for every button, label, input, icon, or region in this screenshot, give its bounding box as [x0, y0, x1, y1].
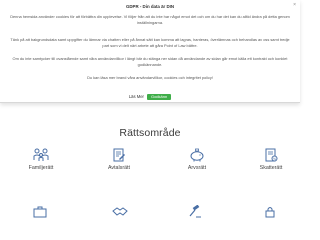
tax-document-icon: % — [265, 148, 278, 162]
area-card-familjeratt[interactable]: Familjerätt — [6, 148, 76, 171]
area-label: Avtalsrätt — [108, 165, 130, 171]
contract-icon — [113, 148, 125, 162]
consent-actions: Läs Mer Godkänn — [0, 92, 300, 101]
consent-paragraph-3: Om du inte samtycker till ovanstående sa… — [12, 56, 288, 67]
area-card-arvsratt[interactable]: Arvsrätt — [162, 148, 232, 171]
read-more-link[interactable]: Läs Mer — [129, 94, 144, 100]
area-label: Arvsrätt — [187, 165, 207, 171]
close-icon[interactable]: × — [293, 3, 296, 8]
area-label: Familjerätt — [28, 165, 54, 171]
consent-paragraph-1: Denna hemsida använder cookies för att f… — [10, 14, 290, 25]
consent-paragraph-4: Du kan läsa mer brand våra användarvillk… — [87, 75, 213, 80]
handshake-icon[interactable] — [112, 205, 128, 218]
lock-icon[interactable] — [264, 205, 276, 218]
gdpr-consent-banner: GDPR - Din data är DIN × Denna hemsida a… — [0, 0, 300, 103]
piggy-bank-icon — [190, 148, 204, 162]
area-card-skatteratt[interactable]: % Skatterätt — [236, 148, 306, 171]
accept-button[interactable]: Godkänn — [146, 93, 172, 100]
briefcase-icon[interactable] — [33, 205, 47, 218]
section-title: Rättsområde — [119, 127, 181, 139]
area-card-avtalsratt[interactable]: Avtalsrätt — [84, 148, 154, 171]
area-label: Skatterätt — [259, 165, 283, 171]
gavel-icon[interactable] — [188, 205, 202, 218]
consent-paragraph-2: Tänk på att bakgrundsdata samt uppgifter… — [10, 37, 290, 48]
consent-title: GDPR - Din data är DIN — [125, 4, 175, 9]
family-icon — [33, 148, 49, 161]
